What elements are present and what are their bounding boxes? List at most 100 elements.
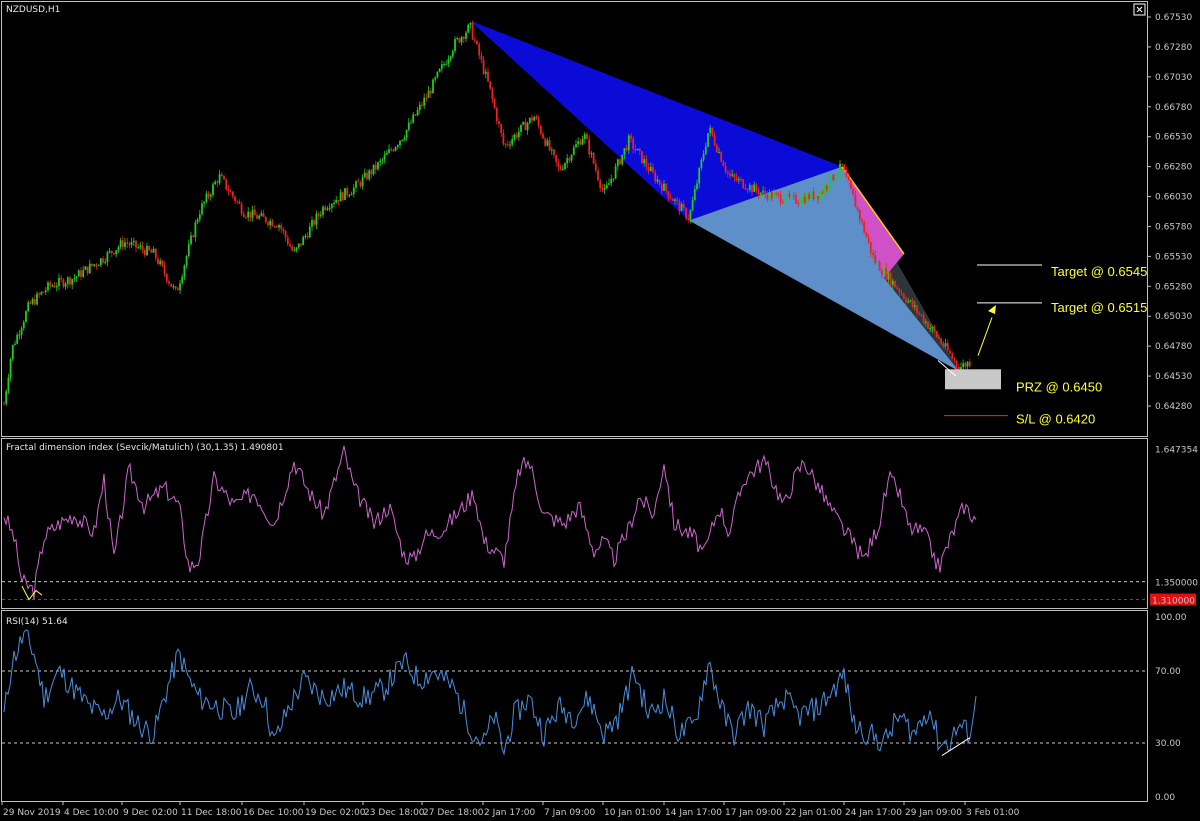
candle-body bbox=[647, 166, 650, 172]
candle-body bbox=[861, 219, 863, 222]
candle-body bbox=[707, 132, 709, 147]
candle-body bbox=[379, 160, 382, 163]
candle-body bbox=[916, 305, 918, 313]
candle-body bbox=[348, 195, 351, 197]
candle-body bbox=[304, 235, 307, 237]
candle-body bbox=[295, 247, 298, 251]
candle-body bbox=[350, 193, 353, 196]
candle-body bbox=[850, 180, 852, 189]
candle-body bbox=[724, 166, 727, 172]
candle-body bbox=[579, 141, 582, 145]
time-tick-label: 29 Jan 09:00 bbox=[905, 808, 962, 818]
candle-body bbox=[583, 134, 586, 139]
candle-body bbox=[471, 22, 474, 40]
candle-body bbox=[313, 220, 316, 225]
candle-body bbox=[636, 148, 639, 151]
candle-body bbox=[201, 203, 203, 215]
candle-body bbox=[786, 193, 789, 202]
candle-body bbox=[93, 264, 96, 266]
candle-body bbox=[515, 134, 518, 138]
candle-body bbox=[29, 302, 32, 304]
candle-body bbox=[830, 174, 833, 187]
candle-body bbox=[341, 192, 344, 201]
candle-body bbox=[506, 143, 509, 145]
candle-body bbox=[183, 265, 186, 277]
candle-body bbox=[806, 194, 808, 203]
candle-body bbox=[698, 167, 701, 184]
candle-body bbox=[663, 183, 665, 191]
candle-body bbox=[795, 195, 797, 203]
candle-body bbox=[674, 199, 676, 201]
candle-body bbox=[544, 138, 547, 146]
candle-body bbox=[641, 151, 643, 164]
candle-body bbox=[605, 184, 608, 189]
candle-body bbox=[245, 217, 247, 219]
candle-body bbox=[913, 305, 916, 307]
candle-body bbox=[113, 253, 115, 255]
candle-body bbox=[278, 225, 280, 228]
candle-body bbox=[814, 196, 817, 200]
candle-body bbox=[317, 213, 320, 216]
candle-body bbox=[836, 174, 839, 179]
candle-body bbox=[357, 181, 360, 183]
candle-body bbox=[520, 124, 522, 132]
candle-body bbox=[269, 220, 272, 226]
candle-body bbox=[656, 179, 659, 182]
candle-body bbox=[753, 184, 756, 192]
trading-chart[interactable]: Target @ 0.6545 Target @ 0.6515 PRZ @ 0.64… bbox=[0, 0, 1200, 821]
candle-body bbox=[418, 104, 421, 111]
candle-body bbox=[58, 277, 60, 287]
candle-body bbox=[682, 204, 685, 209]
candle-body bbox=[669, 197, 672, 199]
candle-body bbox=[768, 192, 771, 201]
candle-body bbox=[143, 250, 146, 256]
candle-body bbox=[172, 286, 175, 288]
candle-body bbox=[436, 71, 439, 78]
candle-body bbox=[462, 37, 465, 39]
candle-body bbox=[599, 180, 602, 188]
candle-body bbox=[231, 191, 234, 197]
candle-body bbox=[770, 192, 773, 199]
candle-body bbox=[608, 183, 610, 185]
candle-body bbox=[502, 133, 505, 144]
candle-body bbox=[718, 152, 720, 154]
candle-body bbox=[71, 279, 74, 285]
candle-body bbox=[944, 343, 947, 347]
candle-body bbox=[212, 184, 214, 195]
candle-body bbox=[209, 194, 212, 197]
candle-body bbox=[869, 242, 872, 253]
candle-body bbox=[810, 191, 813, 200]
candle-body bbox=[715, 145, 718, 153]
candle-body bbox=[346, 188, 349, 196]
candle-body bbox=[220, 174, 223, 177]
candle-body bbox=[427, 90, 430, 98]
candle-body bbox=[597, 170, 599, 181]
candle-body bbox=[594, 163, 597, 171]
candle-body bbox=[924, 321, 927, 324]
candle-body bbox=[693, 189, 696, 201]
candle-body bbox=[500, 124, 503, 134]
candle-body bbox=[801, 196, 804, 203]
candle-body bbox=[568, 158, 571, 161]
candle-body bbox=[946, 343, 949, 351]
candle-body bbox=[665, 183, 668, 192]
candle-body bbox=[920, 314, 923, 316]
candle-body bbox=[216, 181, 219, 183]
price-tick-label: 0.64530 bbox=[1155, 372, 1192, 382]
candle-body bbox=[238, 201, 241, 204]
candle-body bbox=[75, 276, 78, 279]
candle-body bbox=[163, 265, 166, 274]
candle-body bbox=[258, 215, 261, 219]
candle-body bbox=[49, 282, 52, 286]
candle-body bbox=[141, 245, 144, 251]
candle-body bbox=[735, 177, 738, 181]
candle-body bbox=[504, 143, 507, 145]
price-tick-label: 0.67280 bbox=[1155, 43, 1192, 53]
rsi-panel[interactable] bbox=[1, 610, 1148, 802]
candle-body bbox=[546, 140, 549, 146]
candle-body bbox=[121, 240, 124, 248]
candle-body bbox=[537, 118, 540, 126]
candle-body bbox=[720, 152, 723, 162]
fdi-panel[interactable] bbox=[1, 438, 1148, 609]
candle-body bbox=[383, 154, 386, 160]
